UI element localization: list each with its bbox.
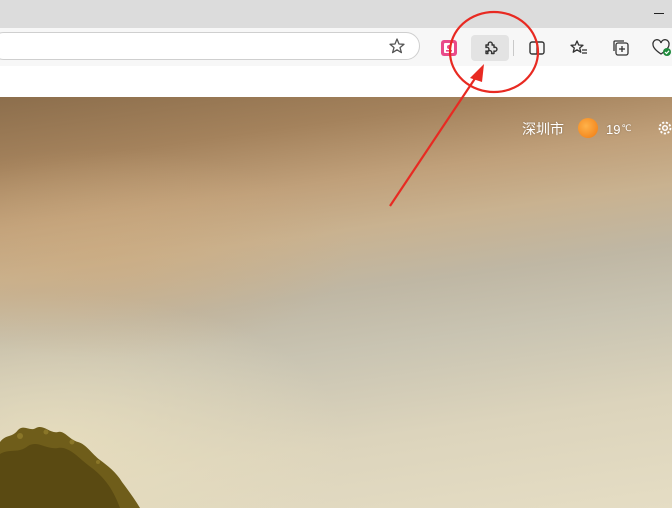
tree-silhouette — [0, 427, 140, 508]
split-screen-icon[interactable] — [524, 36, 550, 60]
settings-gear-icon[interactable] — [656, 119, 672, 137]
star-icon[interactable] — [387, 36, 407, 56]
minimize-button[interactable] — [638, 0, 672, 28]
browser-essentials-icon[interactable] — [649, 36, 672, 60]
temperature-value: 19 — [606, 121, 621, 137]
favorites-icon[interactable] — [566, 36, 592, 60]
collections-icon[interactable] — [608, 36, 634, 60]
extensions-icon[interactable] — [471, 35, 509, 61]
address-bar[interactable] — [0, 32, 420, 60]
favorites-bar — [0, 66, 672, 98]
temperature-unit: ℃ — [621, 122, 632, 133]
weather-temperature[interactable]: 19 ℃ — [606, 118, 632, 140]
app-icon[interactable] — [436, 36, 462, 60]
window-titlebar — [0, 0, 672, 28]
toolbar-divider — [513, 40, 514, 56]
sun-icon — [578, 118, 598, 138]
weather-city[interactable]: 深圳市 — [522, 118, 564, 140]
